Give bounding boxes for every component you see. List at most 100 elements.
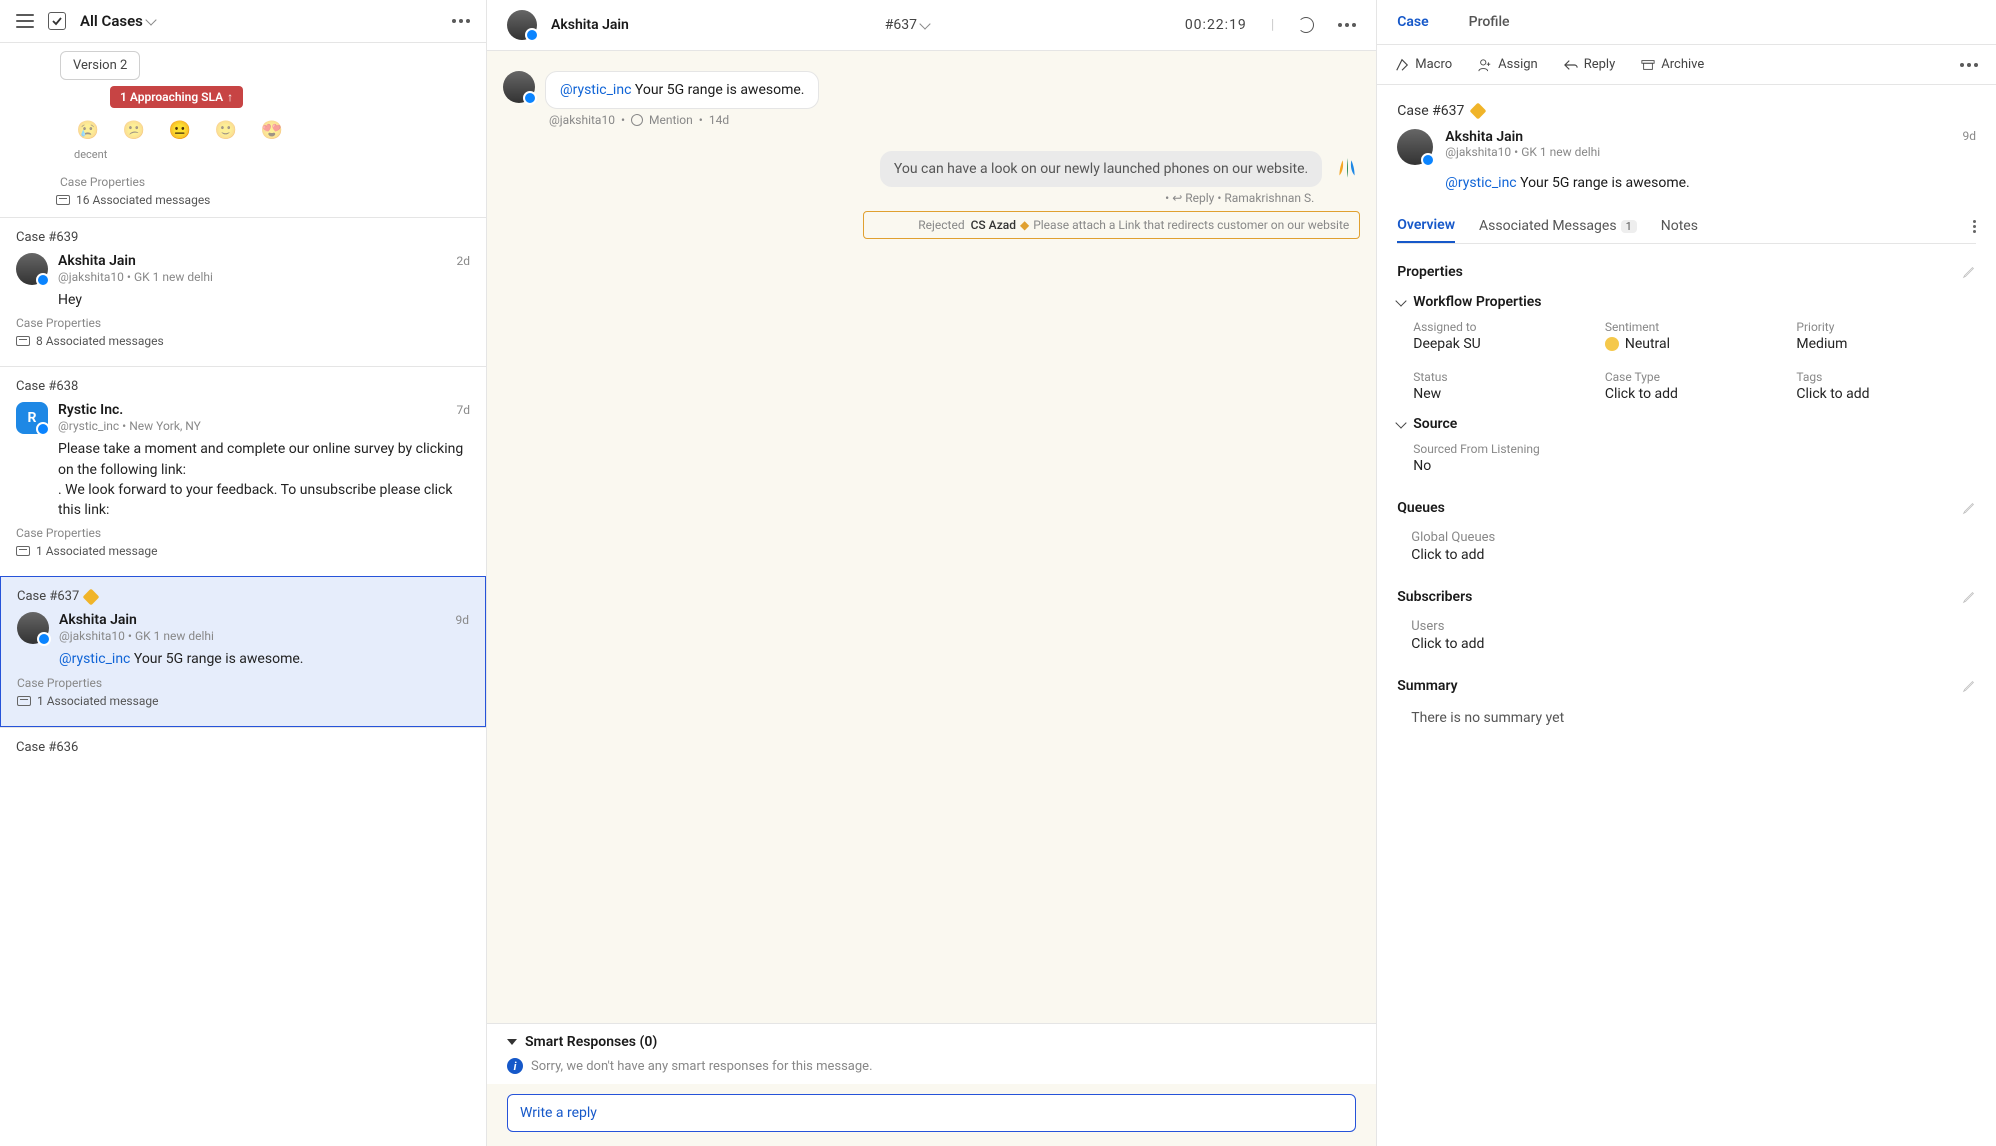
prop-label: Status — [1413, 370, 1593, 384]
case-card[interactable]: Case #638 R Rystic Inc.7d @rystic_inc • … — [0, 366, 486, 576]
sentiment-label: decent — [74, 148, 486, 161]
message-icon — [16, 336, 30, 346]
timestamp: 9d — [456, 613, 470, 627]
case-properties-link[interactable]: Case Properties — [0, 169, 486, 193]
properties-header: Properties — [1397, 264, 1976, 280]
edit-icon[interactable] — [1962, 265, 1976, 279]
more-icon[interactable] — [1960, 63, 1978, 67]
platform-badge-icon — [525, 28, 539, 42]
avatar — [1397, 129, 1433, 165]
timer: 00:22:19 — [1185, 17, 1247, 33]
smart-responses-toggle[interactable]: Smart Responses (0) — [507, 1034, 1356, 1050]
subtab-associated-messages[interactable]: Associated Messages1 — [1479, 210, 1637, 242]
prop-value[interactable]: New — [1413, 386, 1593, 402]
case-filter-dropdown[interactable]: All Cases — [80, 12, 438, 30]
case-user-name: Akshita Jain — [551, 17, 629, 33]
platform-badge-icon — [36, 273, 50, 287]
more-icon[interactable] — [1973, 220, 1976, 233]
neutral-icon — [1605, 337, 1619, 351]
edit-icon[interactable] — [1962, 501, 1976, 515]
message-bubble[interactable]: You can have a look on our newly launche… — [880, 151, 1322, 187]
more-icon[interactable] — [452, 19, 470, 23]
user-handle: @rystic_inc • New York, NY — [58, 419, 470, 433]
globe-icon — [631, 114, 643, 126]
case-title: Case #637 — [1397, 103, 1976, 119]
case-card[interactable]: Case #637 Akshita Jain9d @jakshita10 • G… — [0, 576, 486, 726]
edit-icon[interactable] — [1962, 590, 1976, 604]
prop-label: Sourced From Listening — [1413, 442, 1976, 456]
macro-button[interactable]: Macro — [1395, 57, 1452, 72]
more-icon[interactable] — [1338, 23, 1356, 27]
prop-value[interactable]: Medium — [1796, 336, 1976, 352]
prop-value[interactable]: Neutral — [1605, 336, 1785, 352]
prop-value[interactable]: Deepak SU — [1413, 336, 1593, 352]
user-name: Akshita Jain — [1445, 129, 1523, 145]
action-bar: Macro Assign Reply Archive — [1377, 45, 1996, 85]
case-number: Case #637 — [17, 589, 469, 604]
timestamp: 7d — [457, 403, 471, 417]
source-toggle[interactable]: Source — [1397, 416, 1976, 432]
associated-messages[interactable]: 16 Associated messages — [0, 193, 486, 217]
case-list: Version 2 1 Approaching SLA ↑ 😢😕😐🙂😍 dece… — [0, 43, 486, 1146]
timestamp: 9d — [1962, 129, 1976, 145]
user-handle: @jakshita10 • GK 1 new delhi — [58, 270, 470, 284]
case-list-panel: All Cases Version 2 1 Approaching SLA ↑ … — [0, 0, 487, 1146]
select-all-checkbox[interactable] — [48, 12, 66, 30]
user-name: Akshita Jain — [59, 612, 137, 628]
case-properties-link[interactable]: Case Properties — [16, 310, 470, 334]
user-name: Rystic Inc. — [58, 402, 123, 418]
message-icon — [16, 546, 30, 556]
tab-case[interactable]: Case — [1377, 0, 1448, 44]
case-preview: Hey — [58, 290, 470, 310]
case-card[interactable]: Case #636 — [0, 727, 486, 771]
conversation-panel: Akshita Jain #637 00:22:19 | @rystic_inc… — [487, 0, 1377, 1146]
case-message: @rystic_inc Your 5G range is awesome. — [1445, 175, 1976, 191]
subtab-overview[interactable]: Overview — [1397, 209, 1455, 243]
prop-value[interactable]: Click to add — [1411, 547, 1976, 563]
subscribers-header: Subscribers — [1397, 589, 1976, 605]
info-icon: i — [507, 1058, 523, 1074]
reply-button[interactable]: Reply — [1564, 57, 1616, 72]
prop-value[interactable]: Click to add — [1605, 386, 1785, 402]
sla-badge[interactable]: 1 Approaching SLA ↑ — [110, 86, 243, 108]
diamond-icon — [1470, 103, 1487, 120]
assign-button[interactable]: Assign — [1478, 57, 1538, 72]
properties-grid: Assigned toDeepak SU SentimentNeutral Pr… — [1397, 320, 1976, 402]
case-properties-link[interactable]: Case Properties — [16, 520, 470, 544]
chevron-down-icon — [145, 14, 156, 25]
edit-icon[interactable] — [1962, 679, 1976, 693]
case-card[interactable]: Case #639 Akshita Jain2d @jakshita10 • G… — [0, 217, 486, 366]
reply-input[interactable]: Write a reply — [507, 1094, 1356, 1132]
avatar — [507, 10, 537, 40]
tab-profile[interactable]: Profile — [1449, 0, 1530, 44]
prop-value[interactable]: Click to add — [1411, 636, 1976, 652]
case-number-dropdown[interactable]: #637 — [885, 17, 929, 33]
prop-value[interactable]: Click to add — [1796, 386, 1976, 402]
workflow-properties-toggle[interactable]: Workflow Properties — [1397, 294, 1976, 310]
details-tabs: Case Profile — [1377, 0, 1996, 45]
platform-badge-icon — [523, 91, 537, 105]
platform-badge-icon — [36, 422, 50, 436]
associated-messages[interactable]: 8 Associated messages — [16, 334, 470, 358]
rejection-note: Rejected CS Azad◆Please attach a Link th… — [863, 211, 1360, 239]
version-chip: Version 2 — [60, 51, 140, 80]
prop-label: Global Queues — [1411, 530, 1976, 545]
case-preview: Please take a moment and complete our on… — [58, 439, 470, 520]
case-preview: @rystic_inc Your 5G range is awesome. — [59, 649, 469, 669]
archive-button[interactable]: Archive — [1641, 57, 1704, 72]
sentiment-picker[interactable]: 😢😕😐🙂😍 — [0, 108, 486, 148]
prop-label: Priority — [1796, 320, 1976, 334]
case-properties-link[interactable]: Case Properties — [17, 670, 469, 694]
smart-responses-empty: i Sorry, we don't have any smart respons… — [507, 1058, 1356, 1074]
summary-header: Summary — [1397, 678, 1976, 694]
menu-icon[interactable] — [16, 14, 34, 28]
case-number: Case #636 — [16, 740, 470, 755]
associated-messages[interactable]: 1 Associated message — [17, 694, 469, 718]
outbound-message: You can have a look on our newly launche… — [503, 151, 1360, 187]
associated-messages[interactable]: 1 Associated message — [16, 544, 470, 568]
message-bubble[interactable]: @rystic_inc Your 5G range is awesome. — [545, 71, 819, 109]
case-number: Case #638 — [16, 379, 470, 394]
subtab-notes[interactable]: Notes — [1661, 210, 1698, 242]
refresh-icon[interactable] — [1298, 17, 1314, 33]
sprinklr-icon — [1334, 156, 1360, 182]
